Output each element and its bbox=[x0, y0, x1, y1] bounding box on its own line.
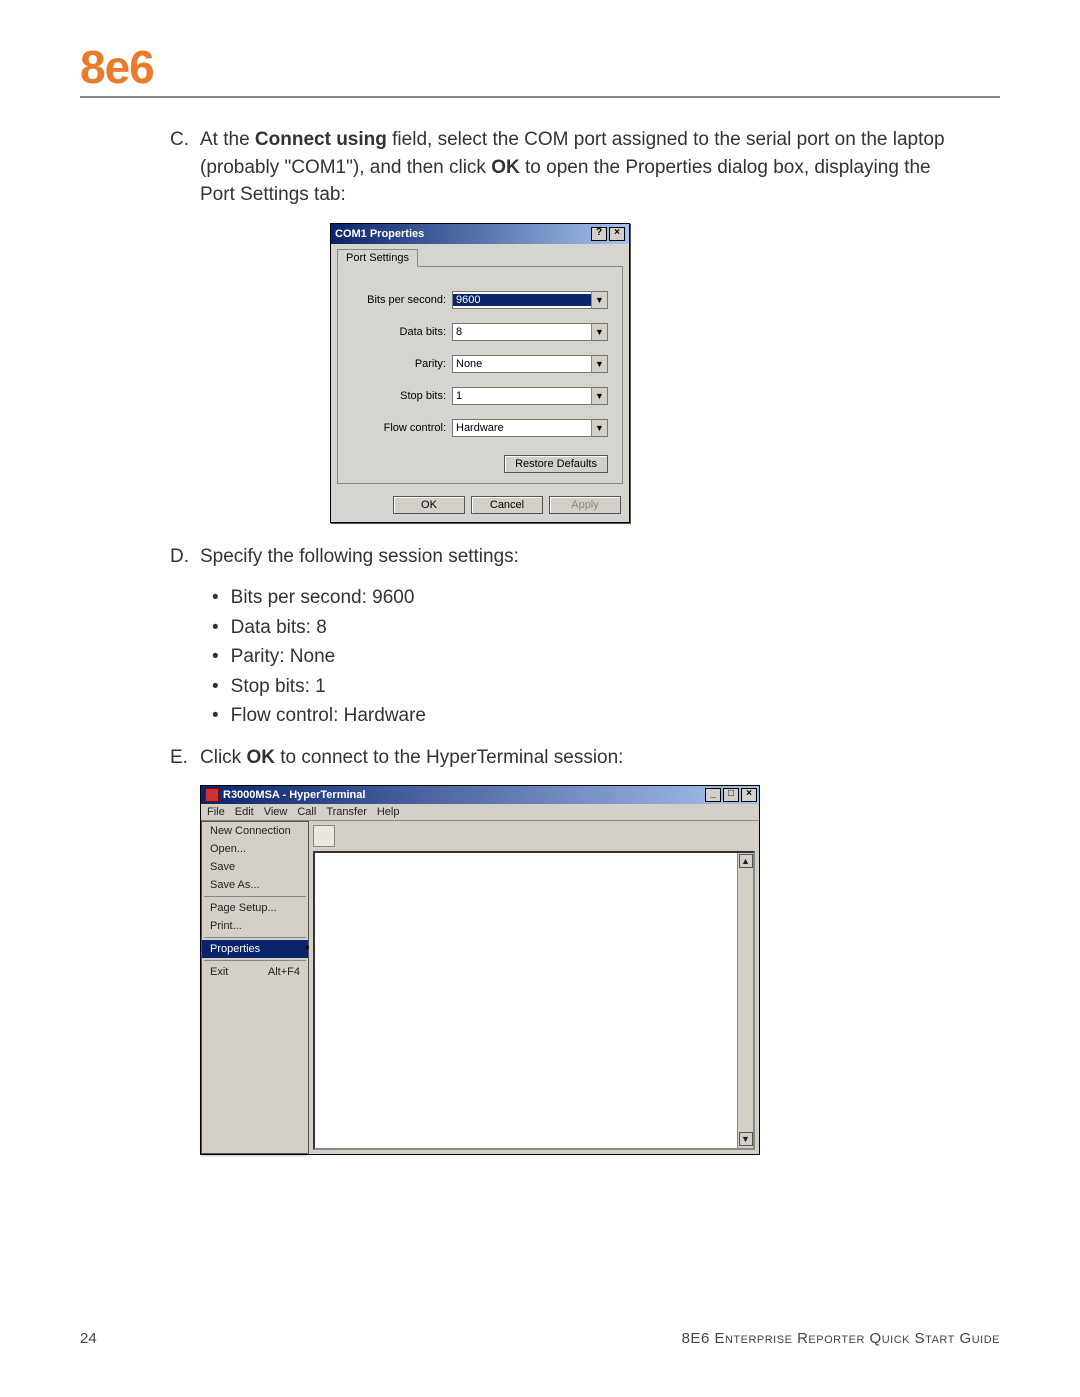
com1-properties-dialog: COM1 Properties ? × Port Settings Bits p… bbox=[330, 223, 630, 523]
close-icon[interactable]: × bbox=[741, 788, 757, 802]
bps-select[interactable]: 9600 ▼ bbox=[452, 291, 608, 309]
com1-title-text: COM1 Properties bbox=[335, 228, 424, 240]
chevron-down-icon[interactable]: ▼ bbox=[591, 420, 607, 436]
header-rule bbox=[80, 96, 1000, 98]
list-item: Stop bits: 1 bbox=[212, 673, 970, 701]
menu-item-new[interactable]: New Connection bbox=[202, 822, 308, 840]
vertical-scrollbar[interactable]: ▲ ▼ bbox=[737, 853, 753, 1148]
menu-view[interactable]: View bbox=[264, 806, 288, 818]
ok-button[interactable]: OK bbox=[393, 496, 465, 514]
step-c-bold2: OK bbox=[491, 157, 520, 178]
step-d-text: Specify the following session settings: bbox=[200, 543, 970, 571]
bps-label: Bits per second: bbox=[352, 294, 452, 306]
list-item: Data bits: 8 bbox=[212, 614, 970, 642]
step-d: D. Specify the following session setting… bbox=[170, 543, 970, 571]
menu-item-open[interactable]: Open... bbox=[202, 840, 308, 858]
step-e: E. Click OK to connect to the HyperTermi… bbox=[170, 744, 970, 772]
toolbar-properties-icon[interactable] bbox=[313, 825, 335, 847]
parity-select[interactable]: None ▼ bbox=[452, 355, 608, 373]
menu-file[interactable]: File bbox=[207, 806, 225, 818]
page-number: 24 bbox=[80, 1330, 97, 1347]
list-item: Parity: None bbox=[212, 643, 970, 671]
parity-value: None bbox=[453, 358, 591, 370]
ht-menubar: File Edit View Call Transfer Help bbox=[201, 804, 759, 821]
minimize-icon[interactable]: _ bbox=[705, 788, 721, 802]
bps-value: 9600 bbox=[453, 294, 591, 306]
tab-port-settings[interactable]: Port Settings bbox=[337, 249, 418, 267]
app-icon bbox=[205, 788, 219, 802]
databits-value: 8 bbox=[453, 326, 591, 338]
file-menu-dropdown: New Connection Open... Save Save As... P… bbox=[201, 821, 309, 1154]
chevron-down-icon[interactable]: ▼ bbox=[591, 292, 607, 308]
step-c-label: C. bbox=[170, 126, 200, 209]
apply-button[interactable]: Apply bbox=[549, 496, 621, 514]
cancel-button[interactable]: Cancel bbox=[471, 496, 543, 514]
databits-label: Data bits: bbox=[352, 326, 452, 338]
menu-item-print[interactable]: Print... bbox=[202, 917, 308, 935]
maximize-icon[interactable]: □ bbox=[723, 788, 739, 802]
flowcontrol-select[interactable]: Hardware ▼ bbox=[452, 419, 608, 437]
step-c-bold1: Connect using bbox=[255, 129, 387, 150]
brand-logo: 8e6 bbox=[80, 40, 1000, 94]
stopbits-value: 1 bbox=[453, 390, 591, 402]
chevron-down-icon[interactable]: ▼ bbox=[591, 388, 607, 404]
menu-separator bbox=[204, 960, 306, 961]
menu-separator bbox=[204, 937, 306, 938]
scroll-down-icon[interactable]: ▼ bbox=[739, 1132, 753, 1146]
menu-item-save[interactable]: Save bbox=[202, 858, 308, 876]
stopbits-select[interactable]: 1 ▼ bbox=[452, 387, 608, 405]
menu-item-saveas[interactable]: Save As... bbox=[202, 876, 308, 894]
footer-prefix: 8E6 bbox=[682, 1330, 715, 1347]
step-c-pre: At the bbox=[200, 129, 255, 150]
databits-select[interactable]: 8 ▼ bbox=[452, 323, 608, 341]
help-icon[interactable]: ? bbox=[591, 227, 607, 241]
list-item: Bits per second: 9600 bbox=[212, 584, 970, 612]
hyperterminal-window: R3000MSA - HyperTerminal _ □ × File Edit… bbox=[200, 785, 760, 1155]
close-icon[interactable]: × bbox=[609, 227, 625, 241]
menu-call[interactable]: Call bbox=[297, 806, 316, 818]
chevron-down-icon[interactable]: ▼ bbox=[591, 356, 607, 372]
menu-item-exit-accel: Alt+F4 bbox=[268, 966, 300, 978]
menu-transfer[interactable]: Transfer bbox=[326, 806, 367, 818]
page-footer: 24 8E6 Enterprise Reporter Quick Start G… bbox=[80, 1330, 1000, 1347]
step-e-pre: Click bbox=[200, 747, 246, 768]
stopbits-label: Stop bits: bbox=[352, 390, 452, 402]
scroll-up-icon[interactable]: ▲ bbox=[739, 854, 753, 868]
menu-item-exit[interactable]: Exit Alt+F4 bbox=[202, 963, 308, 981]
chevron-down-icon[interactable]: ▼ bbox=[591, 324, 607, 340]
parity-label: Parity: bbox=[352, 358, 452, 370]
menu-item-properties[interactable]: Properties ↖ bbox=[202, 940, 308, 958]
list-item: Flow control: Hardware bbox=[212, 702, 970, 730]
step-e-bold: OK bbox=[246, 747, 275, 768]
menu-help[interactable]: Help bbox=[377, 806, 400, 818]
step-d-label: D. bbox=[170, 543, 200, 571]
com1-titlebar[interactable]: COM1 Properties ? × bbox=[331, 224, 629, 244]
settings-list: Bits per second: 9600 Data bits: 8 Parit… bbox=[212, 584, 970, 730]
menu-item-pagesetup[interactable]: Page Setup... bbox=[202, 899, 308, 917]
step-c: C. At the Connect using field, select th… bbox=[170, 126, 970, 209]
menu-separator bbox=[204, 896, 306, 897]
restore-defaults-button[interactable]: Restore Defaults bbox=[504, 455, 608, 473]
footer-guide: Enterprise Reporter Quick Start Guide bbox=[714, 1330, 1000, 1347]
step-e-label: E. bbox=[170, 744, 200, 772]
terminal-canvas[interactable]: ▲ ▼ bbox=[313, 851, 755, 1150]
menu-edit[interactable]: Edit bbox=[235, 806, 254, 818]
flowcontrol-label: Flow control: bbox=[352, 422, 452, 434]
ht-titlebar[interactable]: R3000MSA - HyperTerminal _ □ × bbox=[201, 786, 759, 804]
flowcontrol-value: Hardware bbox=[453, 422, 591, 434]
step-e-post: to connect to the HyperTerminal session: bbox=[275, 747, 624, 768]
ht-title-text: R3000MSA - HyperTerminal bbox=[223, 789, 365, 801]
